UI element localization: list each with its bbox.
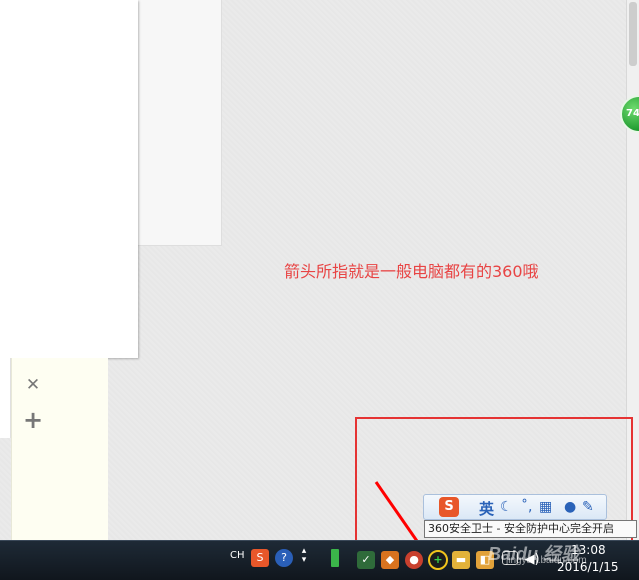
tray-tooltip: 360安全卫士 - 安全防护中心完全开启 (424, 520, 637, 538)
ime-mode-toggle[interactable]: 英 (479, 498, 494, 519)
scrollbar-thumb[interactable] (629, 2, 637, 66)
annotation-caption: 箭头所指就是一般电脑都有的360哦 (284, 262, 539, 281)
up-down-arrow-icon[interactable]: ▴ ▾ (298, 547, 310, 565)
clock-date[interactable]: 2016/1/15 (557, 560, 619, 574)
wrench-icon[interactable]: ✎ (582, 499, 594, 515)
app-tray-icon[interactable]: ✓ (357, 551, 375, 569)
help-icon[interactable]: ? (275, 549, 293, 567)
user-icon[interactable]: ● (564, 499, 576, 515)
folder-tray-icon[interactable]: ▬ (452, 551, 470, 569)
foreground-window (0, 0, 138, 358)
close-icon[interactable]: ✕ (24, 374, 42, 396)
punctuation-icon[interactable]: ˚, (521, 499, 532, 515)
moon-icon[interactable]: ☾ (500, 499, 513, 515)
sogou-tray-icon[interactable]: S (251, 549, 269, 567)
keyboard-icon[interactable]: ▦ (539, 499, 552, 515)
add-icon[interactable]: + (22, 406, 44, 434)
fox-tray-icon[interactable]: ◆ (381, 551, 399, 569)
left-strip (0, 358, 11, 438)
language-indicator[interactable]: CH (230, 550, 245, 561)
antivirus-tray-icon[interactable]: ● (405, 551, 423, 569)
ime-toolbar[interactable]: S 英 ☾ ˚, ▦ ● ✎ (423, 494, 607, 520)
battery-icon[interactable] (331, 549, 339, 567)
sogou-logo-icon[interactable]: S (439, 497, 459, 517)
360-security-tray-icon[interactable]: + (428, 550, 448, 570)
clock-time[interactable]: 13:08 (571, 543, 606, 557)
